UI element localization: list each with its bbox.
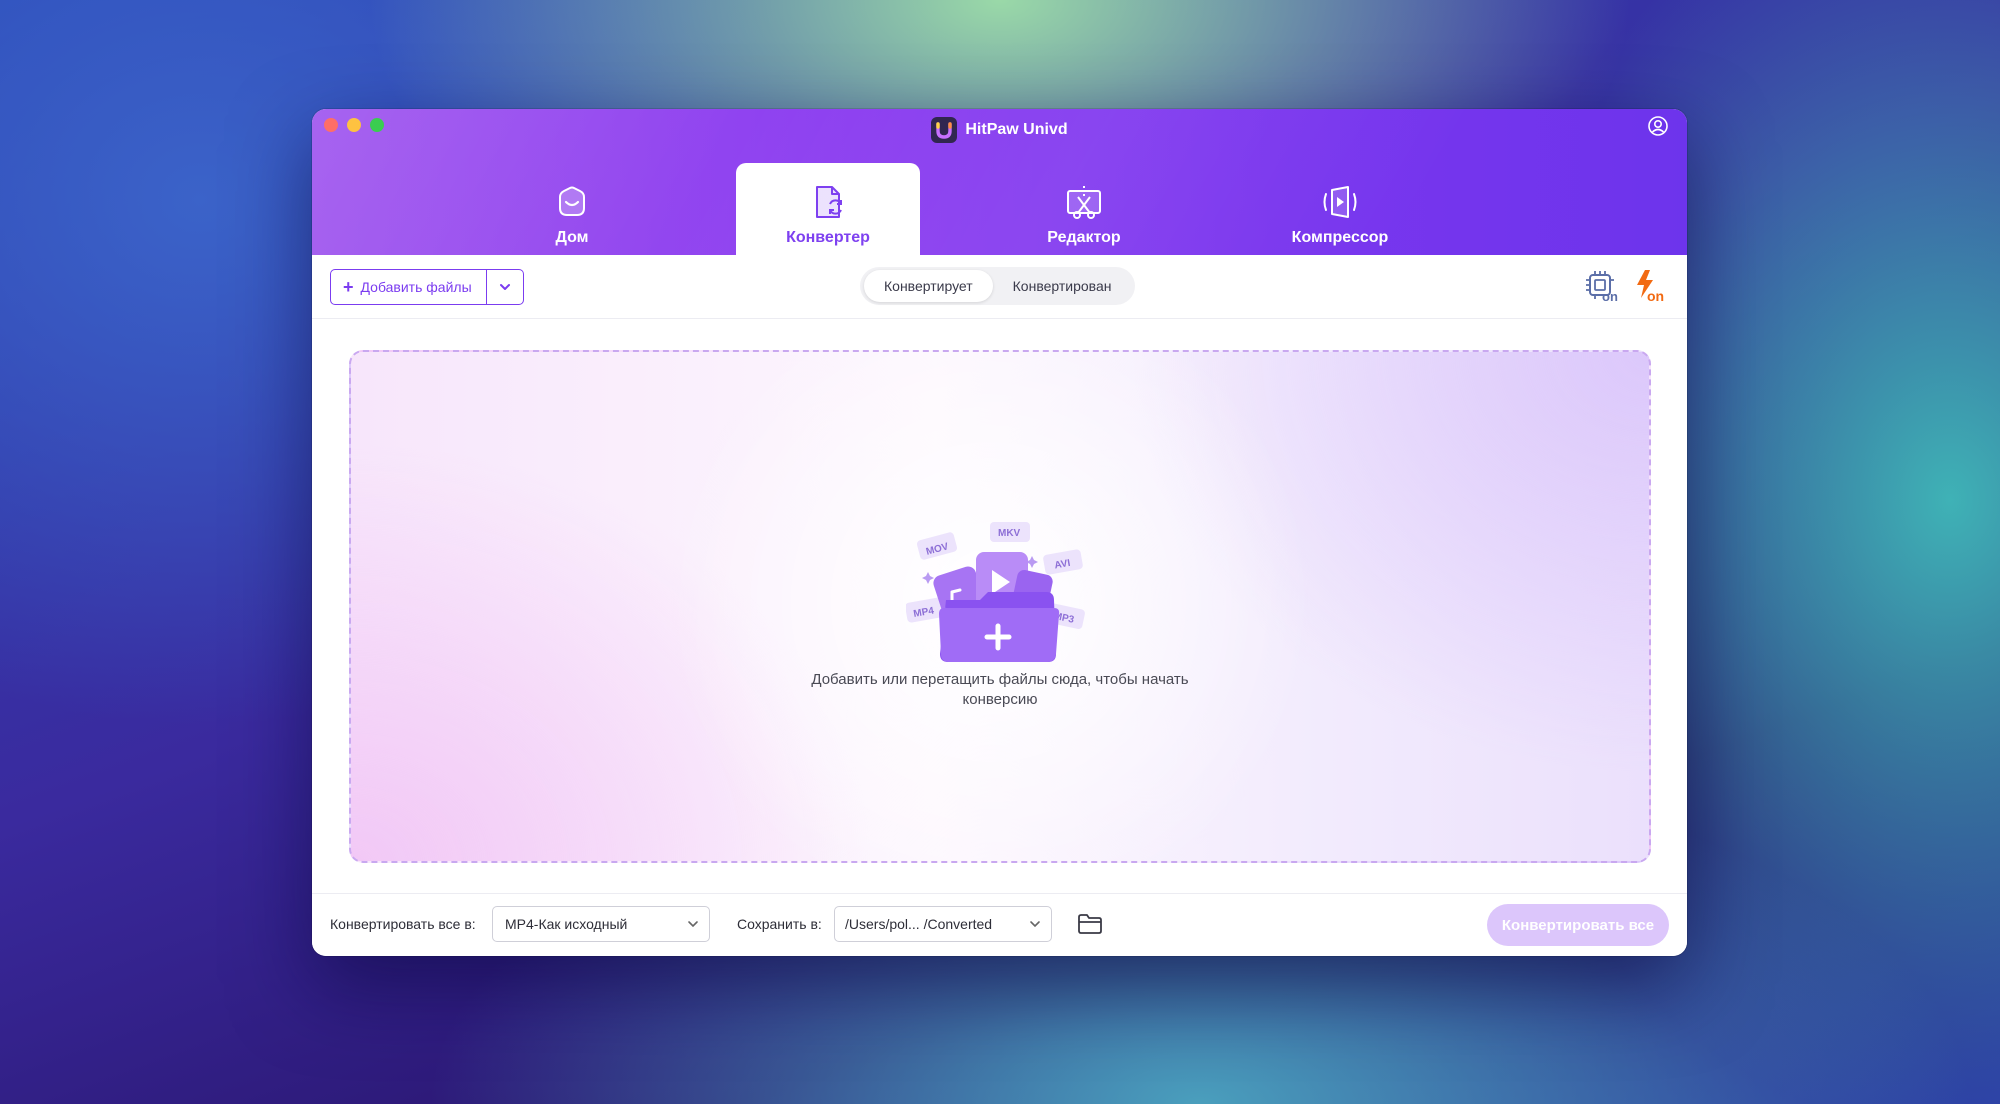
format-tag-mov: MOV — [916, 532, 958, 560]
format-tag-avi: AVI — [1043, 549, 1083, 575]
tab-compressor-label: Компрессор — [1291, 229, 1389, 246]
hardware-acceleration-icon[interactable]: on — [1584, 269, 1618, 303]
toolbar: + Добавить файлы Конвертирует Конвертиро… — [312, 255, 1687, 319]
add-files-label: Добавить файлы — [360, 279, 472, 295]
drop-zone-text-line2: конверсию — [962, 691, 1038, 708]
add-files-illustration: MOV MKV AVI MP4 MP3 — [906, 522, 1085, 662]
account-icon[interactable] — [1647, 115, 1669, 137]
add-files-button[interactable]: + Добавить файлы — [330, 269, 487, 305]
tab-home-label: Дом — [555, 229, 589, 246]
output-format-value: MP4-Как исходный — [505, 916, 628, 932]
main-content: MOV MKV AVI MP4 MP3 Добавить или перетащ… — [312, 319, 1687, 893]
tab-home[interactable]: Дом — [480, 163, 664, 255]
status-segmented-control: Конвертирует Конвертирован — [860, 267, 1136, 305]
output-format-select[interactable]: MP4-Как исходный — [492, 906, 710, 942]
tab-converter-label: Конвертер — [786, 229, 870, 246]
svg-text:MKV: MKV — [998, 528, 1021, 539]
compressor-icon — [1323, 186, 1357, 218]
convert-all-button[interactable]: Конвертировать все — [1487, 904, 1669, 946]
main-tabs: Дом Конвертер Редактор Компрессор — [480, 163, 1432, 255]
tab-converter[interactable]: Конвертер — [736, 163, 920, 255]
add-files-group: + Добавить файлы — [330, 269, 524, 305]
save-path-select[interactable]: /Users/pol... /Converted — [834, 906, 1052, 942]
save-to-label: Сохранить в: — [737, 916, 822, 932]
tab-compressor[interactable]: Компрессор — [1248, 163, 1432, 255]
title-bar: HitPaw Univd Дом Конвертер Редактор Комп… — [312, 109, 1687, 255]
plus-icon: + — [343, 276, 354, 297]
home-icon — [559, 186, 585, 216]
tab-editor-label: Редактор — [1047, 229, 1121, 246]
chevron-down-icon — [688, 921, 698, 928]
drop-zone-text-line1: Добавить или перетащить файлы сюда, чтоб… — [811, 671, 1189, 688]
chevron-down-icon — [499, 284, 510, 290]
drop-zone-instructions: Добавить или перетащить файлы сюда, чтоб… — [351, 670, 1649, 710]
hardware-acceleration-on-text: on — [1602, 289, 1618, 303]
open-folder-icon[interactable] — [1076, 910, 1104, 938]
converter-icon — [816, 186, 842, 218]
turbo-mode-on-text: on — [1647, 288, 1664, 303]
turbo-mode-icon[interactable]: on — [1633, 269, 1667, 303]
convert-all-to-label: Конвертировать все в: — [330, 916, 476, 932]
app-window: HitPaw Univd Дом Конвертер Редактор Комп… — [312, 109, 1687, 956]
add-files-dropdown-button[interactable] — [486, 269, 524, 305]
editor-icon — [1067, 186, 1101, 219]
window-title-text: HitPaw Univd — [965, 121, 1068, 138]
footer-bar: Конвертировать все в: MP4-Как исходный С… — [312, 893, 1687, 956]
file-drop-zone[interactable]: MOV MKV AVI MP4 MP3 Добавить или перетащ… — [349, 350, 1651, 863]
segment-converted[interactable]: Конвертирован — [993, 270, 1132, 302]
app-logo-icon — [931, 117, 958, 143]
segment-converting[interactable]: Конвертирует — [864, 270, 993, 302]
format-tag-mkv: MKV — [990, 522, 1030, 542]
save-path-value: /Users/pol... /Converted — [845, 916, 993, 932]
tab-editor[interactable]: Редактор — [992, 163, 1176, 255]
window-title: HitPaw Univd — [312, 117, 1687, 143]
chevron-down-icon — [1030, 921, 1040, 928]
